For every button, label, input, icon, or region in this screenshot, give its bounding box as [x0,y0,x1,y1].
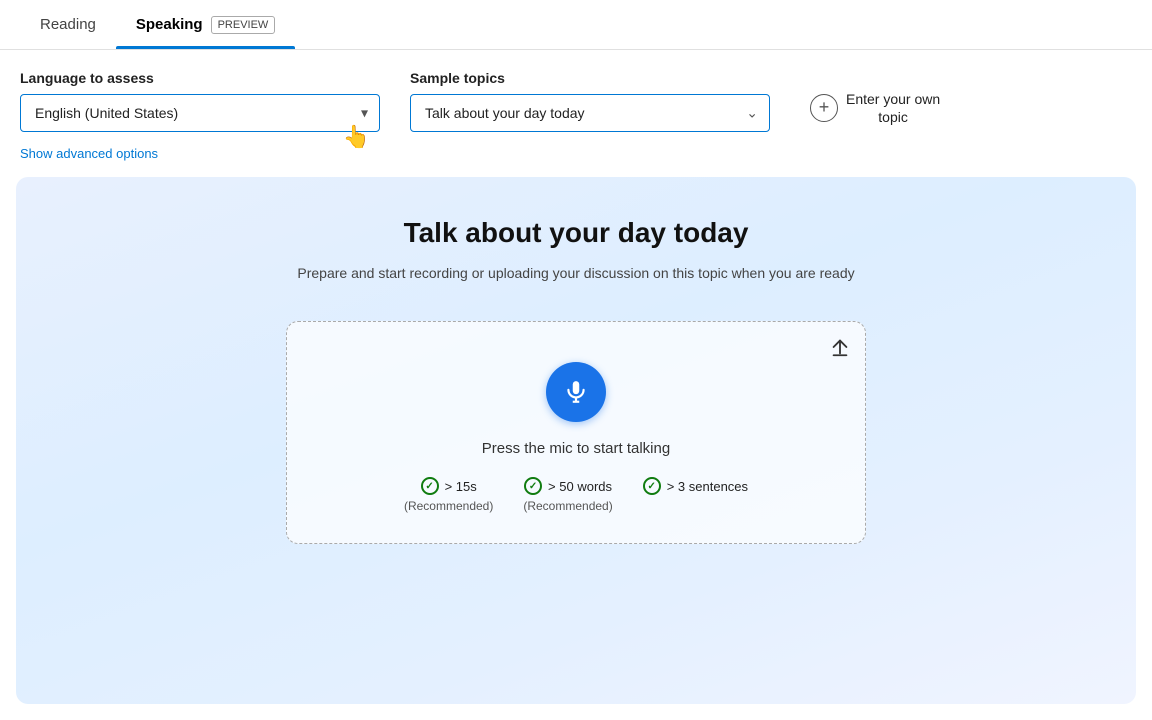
requirement-words: ✓ > 50 words (Recommended) [523,477,612,513]
enter-own-topic-label: Enter your owntopic [846,90,940,126]
main-content-area: Talk about your day today Prepare and st… [16,177,1136,704]
requirement-sentences-value: > 3 sentences [667,479,748,494]
press-mic-label: Press the mic to start talking [482,440,670,457]
preview-badge: PREVIEW [211,16,276,34]
tab-bar: Reading Speaking PREVIEW [0,0,1152,50]
requirement-words-sub: (Recommended) [523,499,612,513]
requirement-time-value: > 15s [445,479,477,494]
requirement-time-sub: (Recommended) [404,499,493,513]
check-circle-time: ✓ [421,477,439,495]
recording-card: Press the mic to start talking ✓ > 15s (… [286,321,866,544]
topics-select[interactable]: Talk about your day today Describe your … [410,94,770,132]
tab-speaking-label: Speaking [136,16,203,33]
mic-button[interactable] [546,362,606,422]
check-circle-sentences: ✓ [643,477,661,495]
show-advanced-options-link[interactable]: Show advanced options [0,142,1152,177]
enter-own-topic-button[interactable]: + Enter your owntopic [810,90,940,126]
tab-speaking[interactable]: Speaking PREVIEW [116,0,295,49]
language-label: Language to assess [20,70,380,86]
topics-control-group: Sample topics Talk about your day today … [410,70,770,132]
language-select[interactable]: English (United States) Spanish (Spain) … [20,94,380,132]
upload-button[interactable] [829,336,851,358]
app-container: Reading Speaking PREVIEW Language to ass… [0,0,1152,720]
tab-reading[interactable]: Reading [20,0,116,49]
requirement-sentences: ✓ > 3 sentences [643,477,748,495]
mic-icon [563,379,589,405]
topics-select-wrapper: Talk about your day today Describe your … [410,94,770,132]
check-circle-words: ✓ [524,477,542,495]
requirements-row: ✓ > 15s (Recommended) ✓ > 50 words (Reco… [404,477,748,513]
tab-reading-label: Reading [40,16,96,33]
language-control-group: Language to assess English (United State… [20,70,380,132]
controls-row: Language to assess English (United State… [0,50,1152,142]
topics-label: Sample topics [410,70,770,86]
topic-description: Prepare and start recording or uploading… [297,265,854,281]
requirement-time: ✓ > 15s (Recommended) [404,477,493,513]
language-select-wrapper: English (United States) Spanish (Spain) … [20,94,380,132]
topic-title: Talk about your day today [404,217,749,249]
enter-own-plus-icon: + [810,94,838,122]
requirement-words-value: > 50 words [548,479,612,494]
upload-icon [829,336,851,358]
